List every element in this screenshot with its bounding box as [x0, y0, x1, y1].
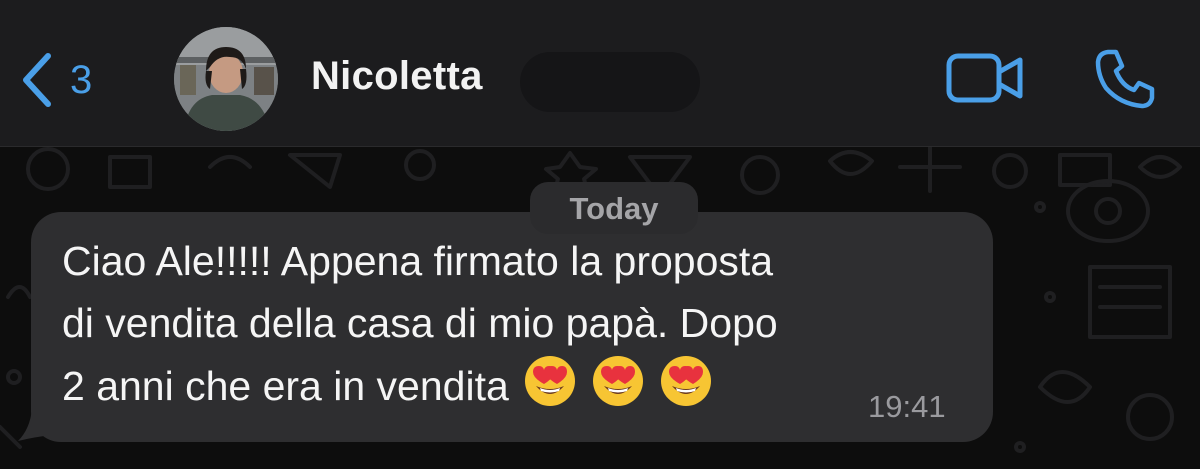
message-line-text: 2 anni che era in vendita: [62, 363, 509, 409]
chat-area[interactable]: Today Ciao Ale!!!!! Appena firmato la pr…: [0, 147, 1200, 469]
avatar[interactable]: [174, 27, 278, 131]
contact-name[interactable]: Nicoletta: [311, 56, 483, 96]
heart-eyes-emoji: [660, 356, 711, 406]
chat-screen: 3 Nicoletta Today Ciao Ale!!!!! Appena f…: [0, 0, 1200, 469]
phone-icon: [1094, 49, 1156, 114]
video-camera-icon: [946, 53, 1024, 108]
date-label: Today: [569, 190, 659, 226]
bubble-tail: [18, 405, 52, 441]
chevron-left-icon: [18, 48, 58, 112]
message-timestamp: 19:41: [868, 389, 946, 424]
message-line: 2 anni che era in vendita: [62, 354, 952, 417]
chat-header: 3 Nicoletta: [0, 0, 1200, 147]
video-call-button[interactable]: [946, 52, 1024, 104]
voice-call-button[interactable]: [1094, 48, 1156, 110]
heart-eyes-emoji: [592, 356, 643, 406]
heart-eyes-emoji: [524, 356, 575, 406]
message-line: di vendita della casa di mio papà. Dopo: [62, 300, 778, 346]
message-line: Ciao Ale!!!!! Appena firmato la proposta: [62, 238, 774, 284]
redacted-status: [520, 52, 700, 112]
date-separator: Today: [530, 182, 698, 234]
back-button[interactable]: 3: [18, 48, 128, 112]
emoji-group: [523, 354, 713, 408]
unread-count: 3: [70, 58, 93, 102]
message-text: Ciao Ale!!!!! Appena firmato la proposta…: [62, 230, 952, 417]
